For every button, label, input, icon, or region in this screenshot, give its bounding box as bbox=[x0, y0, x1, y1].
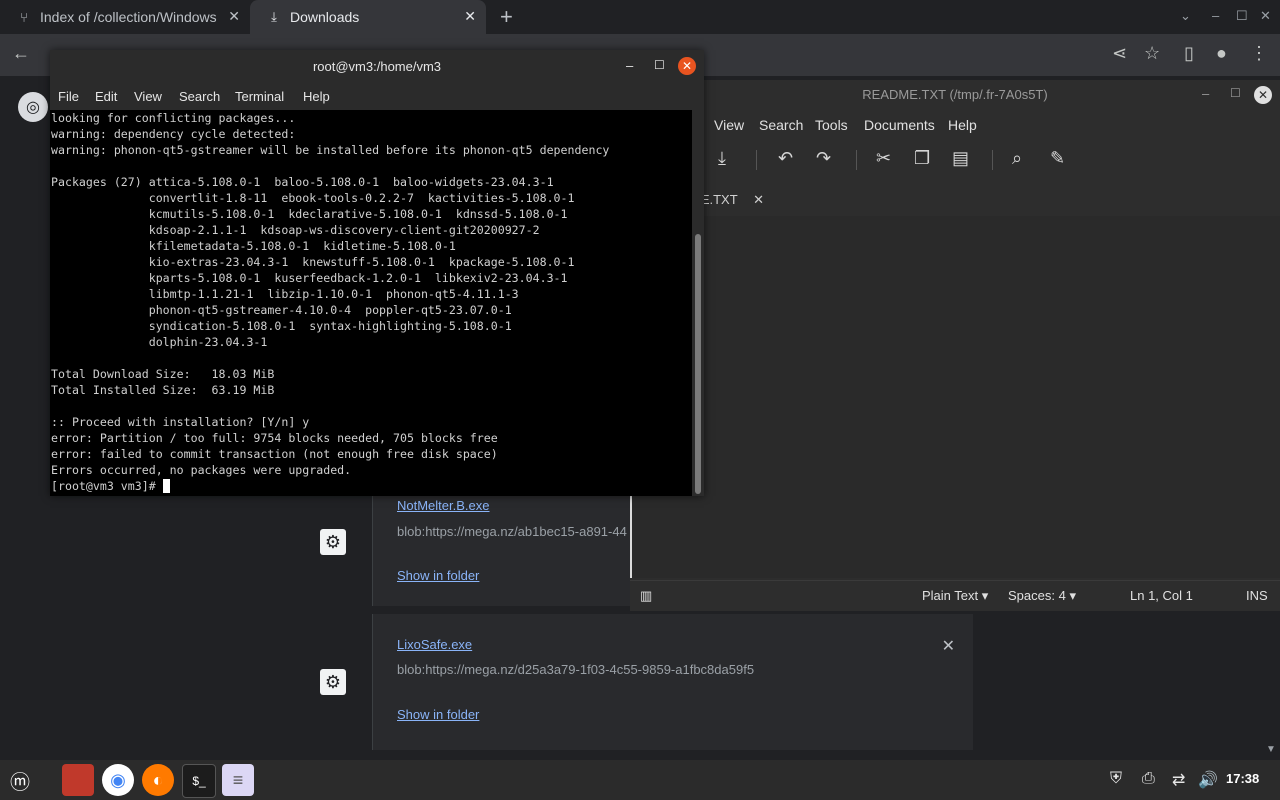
menu-search[interactable]: Search bbox=[179, 89, 220, 104]
text-editor-icon[interactable]: ≡ bbox=[222, 764, 254, 796]
browser-tab-downloads[interactable]: ⤓ Downloads ✕ bbox=[250, 0, 486, 34]
close-tab-icon[interactable]: ✕ bbox=[228, 8, 240, 25]
menu-search[interactable]: Search bbox=[759, 117, 803, 133]
window-title: root@vm3:/home/vm3 bbox=[312, 59, 442, 74]
chrome-icon[interactable]: ◉ bbox=[102, 764, 134, 796]
side-panel-icon[interactable]: ▯ bbox=[1184, 43, 1194, 64]
tab-title: Index of /collection/Windows bbox=[40, 9, 217, 25]
close-icon[interactable]: ✕ bbox=[1254, 86, 1272, 104]
language-selector[interactable]: Plain Text ▾ bbox=[922, 588, 988, 604]
download-url: blob:https://mega.nz/ab1bec15-a891-44 bbox=[397, 524, 627, 539]
cursor-position: Ln 1, Col 1 bbox=[1130, 588, 1193, 603]
copy-icon[interactable]: ❐ bbox=[914, 148, 930, 169]
chrome-logo-icon: ◎ bbox=[18, 92, 48, 122]
share-icon[interactable]: ⋖ bbox=[1112, 43, 1127, 64]
terminal-text: looking for conflicting packages... warn… bbox=[51, 111, 610, 493]
minimize-icon[interactable]: – bbox=[626, 58, 633, 73]
search-icon[interactable]: ⌕ bbox=[1012, 148, 1022, 169]
printer-icon[interactable]: ⎙ bbox=[1142, 770, 1155, 788]
maximize-icon[interactable]: ☐ bbox=[1230, 86, 1241, 100]
show-in-folder-link[interactable]: Show in folder bbox=[397, 568, 479, 583]
language-label: Plain Text bbox=[922, 588, 979, 603]
terminal-output[interactable]: looking for conflicting packages... warn… bbox=[50, 110, 692, 496]
download-icon: ⤓ bbox=[271, 9, 277, 24]
network-icon[interactable]: ⇄ bbox=[1172, 770, 1185, 790]
close-tab-icon[interactable]: ✕ bbox=[464, 8, 476, 25]
terminal-icon[interactable]: $_ bbox=[182, 764, 216, 798]
menu-help[interactable]: Help bbox=[303, 89, 330, 104]
close-icon[interactable]: ✕ bbox=[1260, 8, 1271, 24]
menubar: View Search Tools Documents Help bbox=[630, 110, 1280, 140]
menu-tools[interactable]: Tools bbox=[815, 117, 848, 133]
insert-mode: INS bbox=[1246, 588, 1268, 603]
menu-view[interactable]: View bbox=[714, 117, 744, 133]
profile-icon[interactable]: ● bbox=[1216, 43, 1227, 64]
redo-icon[interactable]: ↷ bbox=[816, 148, 831, 169]
menu-documents[interactable]: Documents bbox=[864, 117, 935, 133]
gear-icon[interactable]: ⚙ bbox=[320, 669, 346, 695]
mint-menu-icon[interactable]: ⓜ bbox=[4, 764, 36, 796]
download-filename[interactable]: LixoSafe.exe bbox=[397, 637, 472, 652]
close-tab-icon[interactable]: ✕ bbox=[753, 192, 764, 207]
new-tab-button[interactable]: + bbox=[500, 4, 520, 30]
browser-tabstrip: ⑂ Index of /collection/Windows ✕ ⤓ Downl… bbox=[0, 0, 1280, 34]
status-bar: ▥ Plain Text ▾ Spaces: 4 ▾ Ln 1, Col 1 I… bbox=[630, 580, 1280, 611]
toolbar-separator bbox=[992, 150, 993, 170]
remove-download-icon[interactable]: ✕ bbox=[942, 636, 955, 656]
close-icon[interactable]: ✕ bbox=[678, 57, 696, 75]
window-title: README.TXT (/tmp/.fr-7A0s5T) bbox=[862, 87, 1048, 102]
document-tab[interactable]: ME.TXT ✕ bbox=[690, 184, 800, 218]
menu-icon[interactable]: ⋮ bbox=[1250, 43, 1268, 64]
firefox-icon[interactable]: ◐ bbox=[142, 764, 174, 796]
spaces-label: Spaces: 4 bbox=[1008, 588, 1066, 603]
menu-view[interactable]: View bbox=[134, 89, 162, 104]
download-filename[interactable]: NotMelter.B.exe bbox=[397, 498, 490, 513]
menu-edit[interactable]: Edit bbox=[95, 89, 117, 104]
tab-title: Downloads bbox=[290, 9, 360, 25]
tab-width-selector[interactable]: Spaces: 4 ▾ bbox=[1008, 588, 1076, 604]
download-item: LixoSafe.exe blob:https://mega.nz/d25a3a… bbox=[372, 614, 973, 750]
maximize-icon[interactable]: ☐ bbox=[654, 58, 665, 72]
back-icon[interactable]: ← bbox=[12, 43, 30, 64]
show-in-folder-link[interactable]: Show in folder bbox=[397, 707, 479, 722]
text-editor-window: README.TXT (/tmp/.fr-7A0s5T) – ☐ ✕ View … bbox=[630, 80, 1280, 611]
volume-icon[interactable]: 🔊 bbox=[1198, 770, 1218, 790]
paste-icon[interactable]: ▤ bbox=[952, 148, 969, 169]
side-panel-toggle-icon[interactable]: ▥ bbox=[640, 588, 652, 604]
git-fork-icon: ⑂ bbox=[20, 9, 28, 25]
document-area[interactable] bbox=[630, 216, 1280, 578]
scroll-down-icon[interactable]: ▼ bbox=[1266, 744, 1276, 755]
minimize-icon[interactable]: – bbox=[1212, 8, 1219, 23]
editor-toolbar: ⤓ ↶ ↷ ✂ ❐ ▤ ⌕ ✎ bbox=[630, 140, 1280, 180]
clock: 17:38 bbox=[1226, 771, 1260, 786]
maximize-icon[interactable]: ☐ bbox=[1236, 8, 1248, 24]
shield-icon[interactable]: ⛨ bbox=[1110, 770, 1122, 788]
editor-tabs: ME.TXT ✕ bbox=[630, 184, 1280, 218]
taskbar: ⓜ ◉ ◐ $_ ≡ ⛨ ⎙ ⇄ 🔊 17:38 bbox=[0, 760, 1280, 800]
star-icon[interactable]: ☆ bbox=[1144, 43, 1160, 64]
chevron-down-icon[interactable]: ⌄ bbox=[1180, 8, 1191, 24]
scrollbar-thumb[interactable] bbox=[695, 234, 701, 494]
cut-icon[interactable]: ✂ bbox=[876, 148, 891, 169]
terminal-cursor bbox=[162, 479, 170, 493]
terminal-window: root@vm3:/home/vm3 – ☐ ✕ File Edit View … bbox=[50, 50, 704, 496]
toolbar-separator bbox=[856, 150, 857, 170]
files-icon[interactable] bbox=[62, 764, 94, 796]
menu-terminal[interactable]: Terminal bbox=[235, 89, 284, 104]
toolbar-separator bbox=[756, 150, 757, 170]
menu-file[interactable]: File bbox=[58, 89, 79, 104]
browser-tab-index[interactable]: ⑂ Index of /collection/Windows ✕ bbox=[0, 0, 250, 34]
minimize-icon[interactable]: – bbox=[1202, 86, 1209, 101]
find-replace-icon[interactable]: ✎ bbox=[1050, 148, 1065, 169]
save-icon[interactable]: ⤓ bbox=[718, 148, 726, 169]
menubar: File Edit View Search Terminal Help bbox=[50, 84, 704, 110]
undo-icon[interactable]: ↶ bbox=[778, 148, 793, 169]
menu-help[interactable]: Help bbox=[948, 117, 977, 133]
gear-icon[interactable]: ⚙ bbox=[320, 529, 346, 555]
download-url: blob:https://mega.nz/d25a3a79-1f03-4c55-… bbox=[397, 662, 755, 677]
